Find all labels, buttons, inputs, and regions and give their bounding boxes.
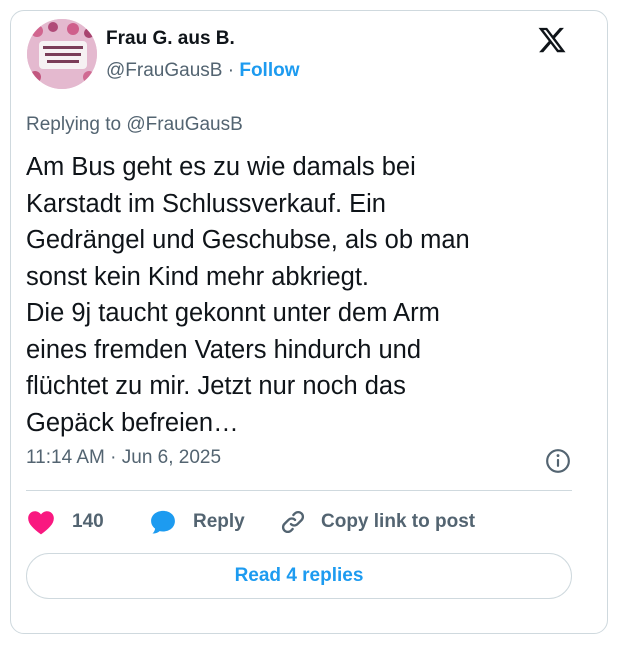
speech-bubble-icon: [151, 510, 175, 534]
info-icon[interactable]: [545, 448, 571, 474]
user-handle[interactable]: @FrauGausB: [106, 60, 222, 81]
tweet-line: Am Bus geht es zu wie damals bei: [26, 153, 416, 181]
timestamp[interactable]: 11:14 AM · Jun 6, 2025: [26, 447, 221, 469]
display-name[interactable]: Frau G. aus B.: [106, 28, 235, 50]
tweet-line: eines fremden Vaters hindurch und: [26, 335, 422, 364]
tweet-line: sonst kein Kind mehr abkriegt.: [26, 262, 370, 291]
x-logo-icon[interactable]: [537, 25, 567, 55]
like-button[interactable]: 140: [27, 507, 104, 537]
tweet-line: flüchtet zu mir. Jetzt nur noch das: [26, 372, 406, 400]
replying-handle[interactable]: @FrauGausB: [126, 114, 242, 135]
replying-to: Replying to @FrauGausB: [26, 114, 243, 136]
follow-button[interactable]: Follow: [239, 60, 299, 81]
avatar[interactable]: [27, 19, 97, 89]
link-icon: [281, 510, 305, 534]
copy-link-label: Copy link to post: [321, 511, 476, 532]
heart-icon: [28, 511, 54, 535]
copy-link-button[interactable]: Copy link to post: [279, 507, 475, 537]
tweet-line: Gedrängel und Geschubse, als ob man: [26, 226, 470, 254]
tweet-line: Gepäck befreien…: [26, 408, 239, 437]
reply-button[interactable]: Reply: [149, 507, 245, 537]
divider: [26, 490, 572, 491]
separator-dot: ·: [227, 60, 235, 81]
tweet-line: Die 9j taucht gekonnt unter dem Arm: [26, 299, 440, 327]
avatar-mug-image: [27, 19, 97, 89]
handle-row: @FrauGausB · Follow: [106, 60, 300, 82]
read-replies-button[interactable]: Read 4 replies: [26, 553, 572, 599]
tweet-line: Karstadt im Schlussverkauf. Ein: [26, 189, 386, 218]
replying-prefix: Replying to: [26, 114, 122, 135]
reply-label: Reply: [193, 511, 245, 532]
like-count: 140: [72, 511, 104, 532]
tweet-text: Am Bus geht es zu wie damals bei Karstad…: [26, 149, 586, 441]
